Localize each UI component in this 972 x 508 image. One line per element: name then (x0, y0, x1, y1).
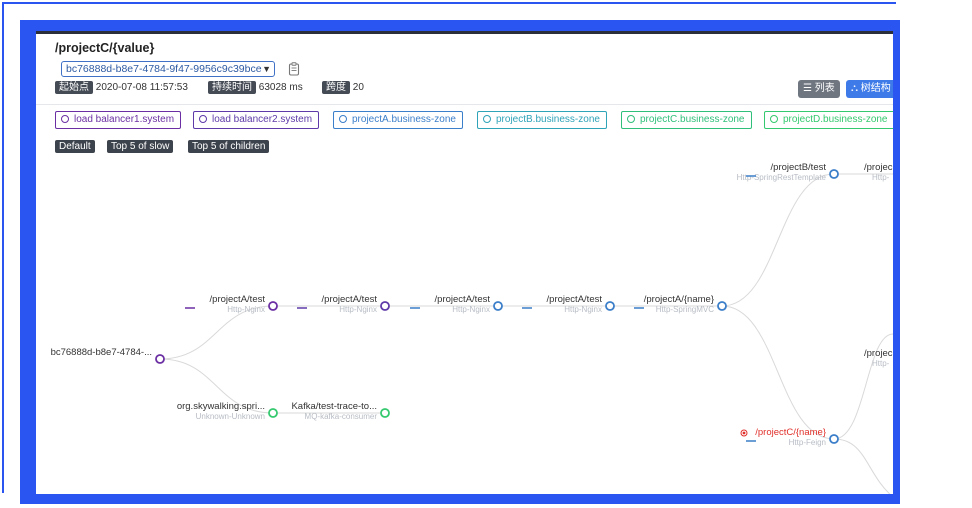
tree-node (268, 408, 278, 418)
node-label: bc76888d-b8e7-4784-... (51, 347, 152, 358)
node-label: /projec (864, 348, 893, 359)
tree-node (380, 408, 390, 418)
node-label: /projectB/test (771, 162, 827, 173)
node-type-label: Http-Nginx (227, 305, 265, 314)
node-type-label: Http- (872, 359, 890, 368)
node-label: /projectA/test (322, 294, 378, 305)
node-label: Kafka/test-trace-to... (291, 401, 377, 412)
node-label: /projec (864, 162, 893, 173)
tree-node (829, 434, 839, 444)
error-dot-icon (742, 431, 746, 435)
node-type-label: Http-Nginx (339, 305, 377, 314)
node-type-label: MQ-kafka-consumer (305, 412, 378, 421)
tree-node (268, 301, 278, 311)
node-label: /projectA/test (435, 294, 491, 305)
tree-link (721, 173, 835, 307)
node-label: /projectA/test (210, 294, 266, 305)
node-label: /projectA/test (547, 294, 603, 305)
tree-node (605, 301, 615, 311)
node-label: /projectC/{name} (755, 427, 826, 438)
node-type-label: Http- (872, 173, 890, 182)
node-type-label: Http-Nginx (564, 305, 602, 314)
node-label: org.skywalking.spri... (177, 401, 265, 412)
node-type-label: Http-Nginx (452, 305, 490, 314)
tree-link (833, 438, 891, 494)
tree-link (721, 305, 835, 440)
node-type-label: Http-SpringRestTemplate (737, 173, 827, 182)
node-type-label: Http-Feign (789, 438, 826, 447)
node-type-label: Http-SpringMVC (656, 305, 714, 314)
tree-node (829, 169, 839, 179)
tree-node (493, 301, 503, 311)
tree-node (380, 301, 390, 311)
node-type-label: Unknown-Unknown (196, 412, 265, 421)
trace-detail-panel: /projectC/{value} bc76888d-b8e7-4784-9f4… (36, 31, 893, 494)
node-label: /projectA/{name} (644, 294, 714, 305)
trace-tree: bc76888d-b8e7-4784-.../projectA/testHttp… (51, 162, 893, 494)
tree-node (155, 354, 165, 364)
tree-node (717, 301, 727, 311)
